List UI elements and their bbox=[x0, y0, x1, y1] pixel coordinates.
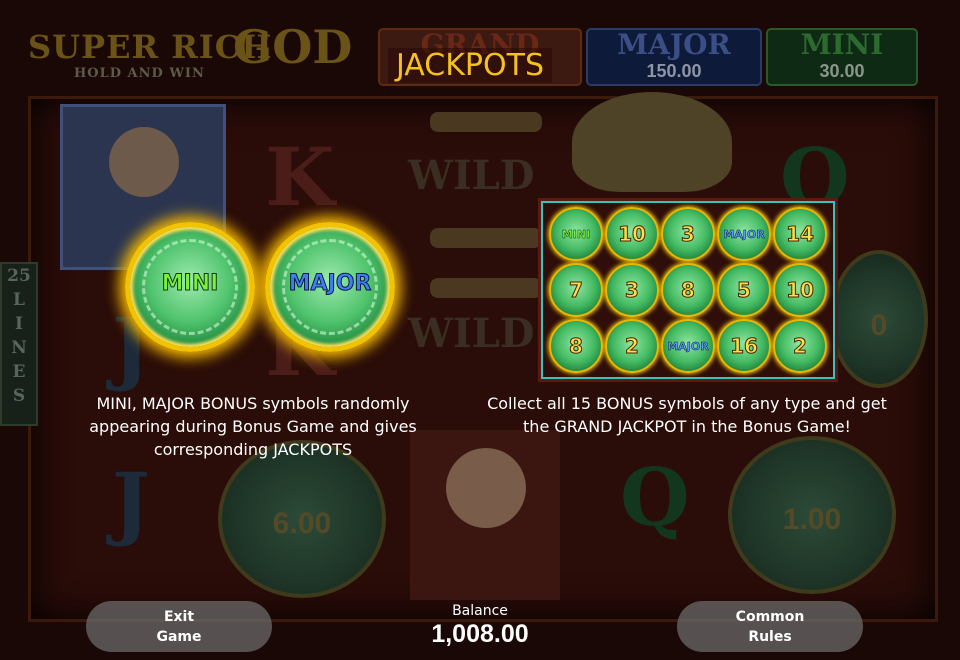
grid-coin-label: 8 bbox=[569, 334, 584, 359]
mini-bonus-coin-icon: MINI bbox=[125, 222, 255, 352]
common-rules-label-line2: Rules bbox=[748, 628, 792, 645]
grid-coin-label: MAJOR bbox=[667, 339, 709, 353]
exit-game-label-line1: Exit bbox=[163, 608, 195, 625]
common-rules-button[interactable]: Common Rules bbox=[677, 601, 863, 652]
reel-bar bbox=[430, 112, 542, 132]
grid-bonus-coin: MAJOR bbox=[661, 319, 715, 373]
bonus-coin-symbol: 1.00 bbox=[728, 436, 896, 594]
bonus-coin-symbol: 0 bbox=[830, 250, 928, 388]
bonus-coin-symbol: 6.00 bbox=[218, 440, 386, 598]
grid-coin-label: 8 bbox=[681, 278, 696, 303]
lines-indicator: 25 L I N E S bbox=[0, 262, 38, 426]
gold-coins-symbol bbox=[572, 92, 732, 192]
grid-bonus-coin: 10 bbox=[773, 263, 827, 317]
q-symbol: Q bbox=[620, 450, 690, 544]
grid-bonus-coin: MINI bbox=[549, 207, 603, 261]
grid-bonus-coin: 8 bbox=[549, 319, 603, 373]
major-bonus-coin-icon: MAJOR bbox=[265, 222, 395, 352]
exit-game-button[interactable]: Exit Game bbox=[86, 601, 272, 652]
mini-coin-label: MINI bbox=[161, 271, 219, 297]
grid-coin-label: 5 bbox=[737, 278, 752, 303]
exit-game-label-line2: Game bbox=[156, 628, 202, 645]
major-coin-label: MAJOR bbox=[288, 271, 372, 297]
grid-coin-label: 3 bbox=[625, 278, 640, 303]
balance-display: Balance 1,008.00 bbox=[380, 603, 580, 649]
grid-bonus-coin: 7 bbox=[549, 263, 603, 317]
grid-bonus-coin: 2 bbox=[605, 319, 659, 373]
grid-coin-label: 10 bbox=[618, 222, 647, 247]
mini-major-description: MINI, MAJOR BONUS symbols randomly appea… bbox=[89, 394, 417, 459]
grid-coin-label: MAJOR bbox=[723, 227, 765, 241]
grid-bonus-coin: MAJOR bbox=[717, 207, 771, 261]
grid-coin-label: 14 bbox=[786, 222, 815, 247]
wild-symbol: WILD bbox=[408, 310, 535, 357]
grid-bonus-coin: 16 bbox=[717, 319, 771, 373]
bonus-grid-example: MINI 10 3 MAJOR 14 7 3 8 5 10 8 2 MAJOR 16 2 bbox=[538, 198, 838, 382]
bonus-coin-value: 6.00 bbox=[272, 507, 332, 540]
grid-coin-label: 2 bbox=[625, 334, 640, 359]
grid-coin-label: 2 bbox=[793, 334, 808, 359]
j-symbol: J bbox=[112, 455, 150, 549]
grid-coin-label: 10 bbox=[786, 278, 815, 303]
bonus-coin-value: 0 bbox=[870, 308, 888, 342]
common-rules-label-line1: Common bbox=[735, 608, 805, 625]
help-page-title: JACKPOTS bbox=[0, 48, 940, 83]
grid-bonus-coin: 10 bbox=[605, 207, 659, 261]
grid-bonus-coin: 5 bbox=[717, 263, 771, 317]
grid-bonus-coin: 14 bbox=[773, 207, 827, 261]
reel-bar bbox=[430, 278, 542, 298]
k-symbol: K bbox=[265, 130, 335, 224]
grid-coin-label: MINI bbox=[561, 227, 591, 241]
grid-bonus-coin: 2 bbox=[773, 319, 827, 373]
grid-bonus-coin: 3 bbox=[605, 263, 659, 317]
balance-label: Balance bbox=[452, 603, 508, 619]
grid-bonus-coin: 3 bbox=[661, 207, 715, 261]
grid-coin-label: 7 bbox=[569, 278, 584, 303]
grid-bonus-coin: 8 bbox=[661, 263, 715, 317]
grid-coin-label: 3 bbox=[681, 222, 696, 247]
bonus-coin-value: 1.00 bbox=[782, 503, 842, 536]
grid-coin-label: 16 bbox=[730, 334, 759, 359]
wild-symbol: WILD bbox=[408, 152, 535, 199]
grand-jackpot-description: Collect all 15 BONUS symbols of any type… bbox=[487, 394, 887, 436]
reel-bar bbox=[430, 228, 542, 248]
balance-value: 1,008.00 bbox=[431, 620, 529, 648]
